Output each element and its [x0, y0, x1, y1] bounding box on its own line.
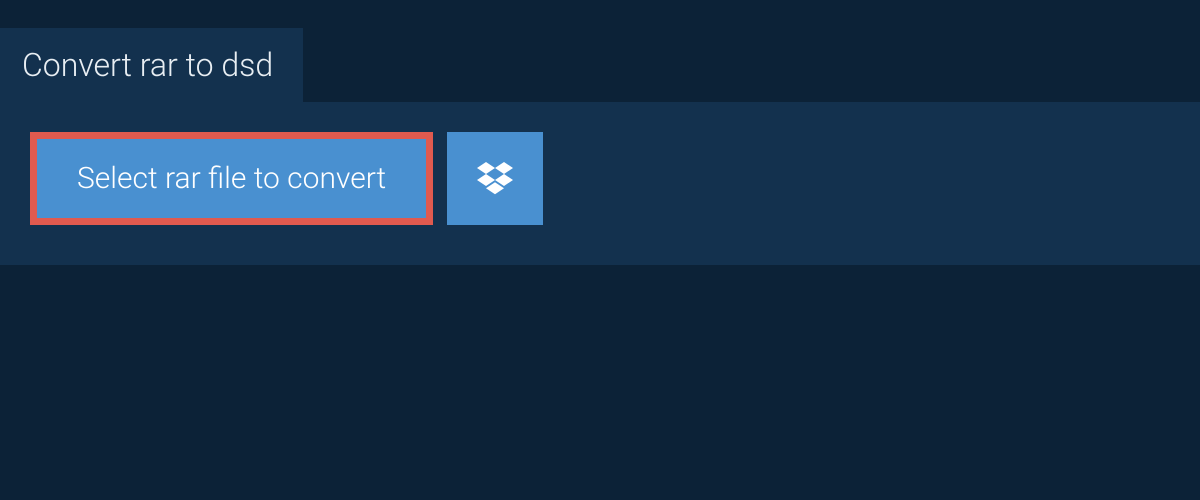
dropbox-button[interactable]: [447, 132, 543, 225]
tab-header: Convert rar to dsd: [0, 28, 303, 102]
button-row: Select rar file to convert: [30, 132, 1170, 225]
page-title: Convert rar to dsd: [22, 46, 273, 84]
content-panel: Select rar file to convert: [0, 102, 1200, 265]
select-file-button[interactable]: Select rar file to convert: [30, 132, 433, 225]
dropbox-icon: [477, 159, 513, 198]
